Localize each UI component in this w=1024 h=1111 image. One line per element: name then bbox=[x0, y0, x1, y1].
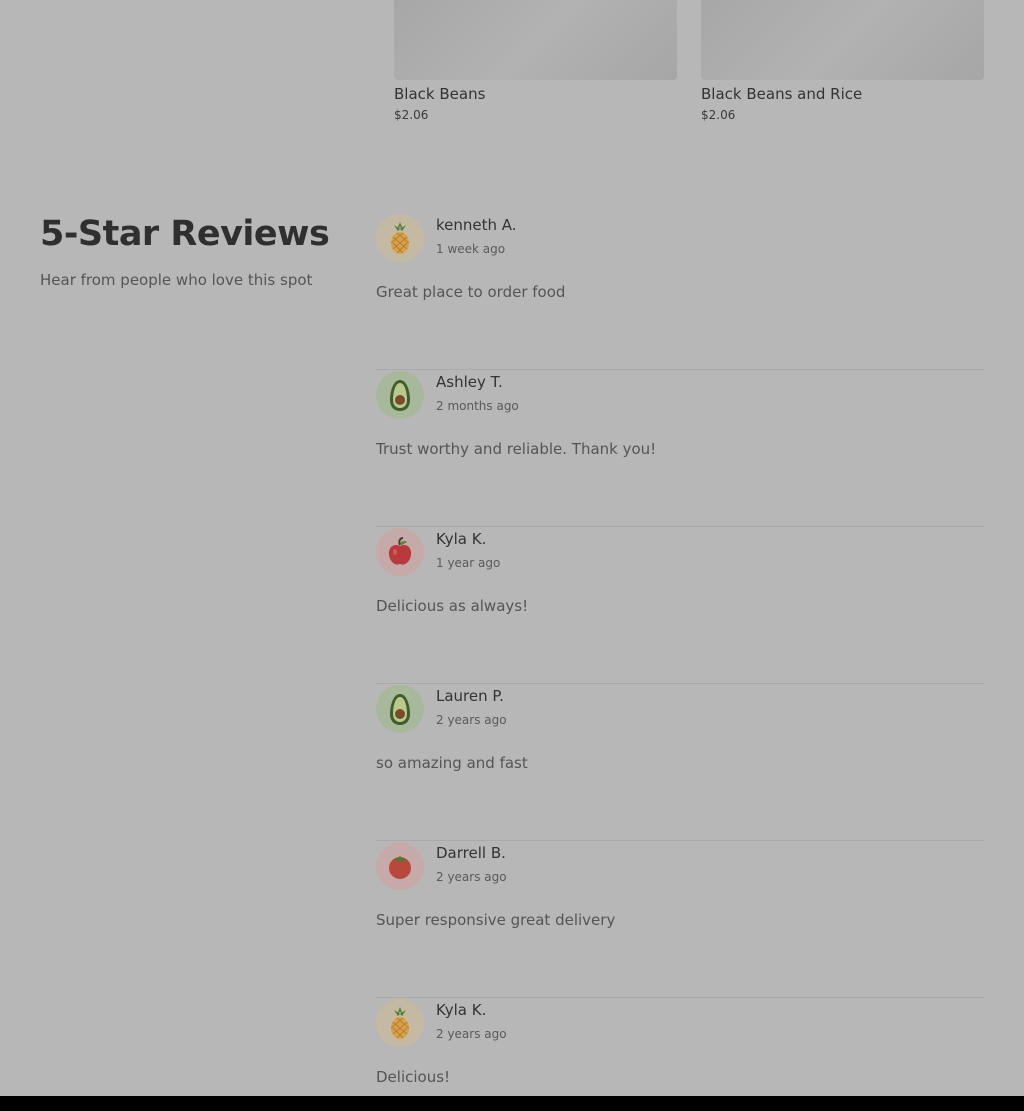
review-time: 2 years ago bbox=[436, 1027, 507, 1041]
review-item: Kyla K. 1 year ago Delicious as always! bbox=[376, 527, 984, 684]
reviewer-name: kenneth A. bbox=[436, 216, 517, 234]
pineapple-icon bbox=[376, 214, 424, 262]
review-text: Great place to order food bbox=[376, 283, 566, 301]
product-image bbox=[701, 0, 984, 80]
review-item: Ashley T. 2 months ago Trust worthy and … bbox=[376, 370, 984, 527]
reviewer-name: Lauren P. bbox=[436, 687, 504, 705]
review-time: 1 year ago bbox=[436, 556, 501, 570]
product-name: Black Beans bbox=[394, 85, 486, 103]
reviews-list: kenneth A. 1 week ago Great place to ord… bbox=[376, 213, 984, 1111]
product-card[interactable]: Black Beans $2.06 bbox=[394, 0, 677, 123]
bottom-bar bbox=[0, 1096, 1024, 1111]
product-price: $2.06 bbox=[701, 108, 736, 122]
reviewer-name: Kyla K. bbox=[436, 530, 487, 548]
review-text: Super responsive great delivery bbox=[376, 911, 616, 929]
reviewer-name: Kyla K. bbox=[436, 1001, 487, 1019]
review-time: 2 months ago bbox=[436, 399, 519, 413]
review-item: kenneth A. 1 week ago Great place to ord… bbox=[376, 213, 984, 370]
review-time: 2 years ago bbox=[436, 870, 507, 884]
review-text: Delicious as always! bbox=[376, 597, 529, 615]
avocado-icon bbox=[376, 685, 424, 733]
reviews-subtitle: Hear from people who love this spot bbox=[40, 271, 313, 289]
product-name: Black Beans and Rice bbox=[701, 85, 863, 103]
apple-icon bbox=[376, 528, 424, 576]
review-time: 2 years ago bbox=[436, 713, 507, 727]
product-carousel: Black Beans $2.06 Black Beans and Rice $… bbox=[394, 0, 984, 140]
pineapple-icon bbox=[376, 999, 424, 1047]
review-text: so amazing and fast bbox=[376, 754, 528, 772]
reviewer-name: Darrell B. bbox=[436, 844, 506, 862]
reviewer-name: Ashley T. bbox=[436, 373, 503, 391]
review-text: Delicious! bbox=[376, 1068, 451, 1086]
review-text: Trust worthy and reliable. Thank you! bbox=[376, 440, 657, 458]
review-time: 1 week ago bbox=[436, 242, 506, 256]
product-card[interactable]: Black Beans and Rice $2.06 bbox=[701, 0, 984, 123]
tomato-icon bbox=[376, 842, 424, 890]
product-price: $2.06 bbox=[394, 108, 429, 122]
reviews-title: 5-Star Reviews bbox=[40, 214, 330, 254]
product-image bbox=[394, 0, 677, 80]
review-item: Darrell B. 2 years ago Super responsive … bbox=[376, 841, 984, 998]
review-item: Kyla K. 2 years ago Delicious! bbox=[376, 998, 984, 1111]
review-item: Lauren P. 2 years ago so amazing and fas… bbox=[376, 684, 984, 841]
avocado-icon bbox=[376, 371, 424, 419]
